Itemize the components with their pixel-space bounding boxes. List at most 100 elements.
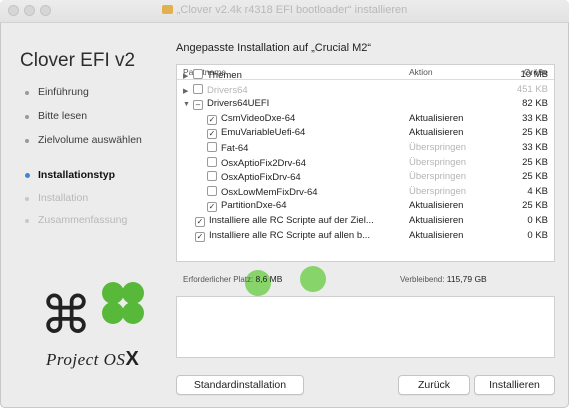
package-label: PartitionDxe-64 (221, 200, 287, 212)
step-label: Einführung (38, 86, 89, 98)
window-title-text: „Clover v2.4k r4318 EFI bootloader“ inst… (176, 4, 408, 16)
table-row[interactable]: ✓ Installiere alle RC Scripte auf allen b… (177, 230, 554, 243)
main-title: Angepasste Installation auf „Crucial M2“ (176, 42, 372, 54)
clover-leaf-decoration (300, 266, 326, 292)
checkbox-icon[interactable] (207, 142, 217, 152)
package-name: OsxLowMemFixDrv-64 (207, 185, 318, 198)
step-bullet-icon (25, 173, 30, 178)
package-label: OsxAptioFixDrv-64 (221, 172, 301, 184)
package-action: Aktualisieren (409, 229, 464, 241)
checkbox-icon[interactable] (193, 69, 203, 79)
package-name: ✓ EmuVariableUefi-64 (207, 127, 306, 140)
logo-text: Project OSX (46, 348, 140, 370)
package-icon (161, 5, 173, 14)
disclosure-triangle-icon[interactable]: ▼ (183, 101, 191, 108)
remaining-space: Verbleibend: 115,79 GB (400, 274, 487, 284)
table-row[interactable]: ✓ Installiere alle RC Scripte auf der Zie… (177, 215, 554, 228)
step-bullet-icon (25, 91, 29, 95)
checkbox-icon[interactable]: ✓ (195, 217, 205, 227)
checkbox-icon[interactable]: – (193, 100, 203, 111)
checkbox-icon[interactable] (207, 156, 217, 167)
disclosure-triangle-icon[interactable]: ▶ (183, 87, 191, 95)
project-osx-logo: ⌘ Project OSX (30, 268, 170, 378)
step-item: Installation (25, 192, 148, 205)
step-label: Installation (38, 192, 89, 204)
package-name: OsxAptioFix2Drv-64 (207, 156, 306, 169)
package-size: 25 KB (522, 156, 548, 168)
package-size: 33 KB (522, 142, 548, 153)
window-title: „Clover v2.4k r4318 EFI bootloader“ inst… (0, 4, 569, 16)
package-name: ✓ Installiere alle RC Scripte auf allen b… (195, 230, 370, 242)
package-size: 0 KB (527, 229, 548, 241)
package-size: 82 KB (522, 98, 548, 110)
package-action: Überspringen (409, 185, 467, 197)
checkbox-icon[interactable]: ✓ (207, 129, 217, 140)
installer-window: „Clover v2.4k r4318 EFI bootloader“ inst… (0, 0, 569, 408)
package-action: Überspringen (409, 156, 467, 168)
step-item: Zusammenfassung (25, 214, 148, 227)
sidebar-title: Clover EFI v2 (20, 50, 136, 71)
package-label: Drivers64UEFI (207, 98, 270, 110)
step-bullet-icon (25, 139, 29, 143)
remaining-space-value: 115,79 GB (446, 274, 487, 284)
package-name: ✓ Installiere alle RC Scripte auf der Zie… (195, 215, 374, 227)
package-name: ✓ CsmVideoDxe-64 (207, 113, 295, 125)
package-label: EmuVariableUefi-64 (221, 127, 306, 139)
back-button[interactable]: Zurück (398, 375, 470, 395)
package-action: Aktualisieren (409, 112, 464, 124)
title-bar: „Clover v2.4k r4318 EFI bootloader“ inst… (0, 0, 569, 23)
step-bullet-icon (25, 197, 29, 201)
checkbox-icon[interactable]: ✓ (195, 231, 205, 242)
install-button[interactable]: Installieren (474, 375, 555, 395)
package-name: OsxAptioFixDrv-64 (207, 171, 301, 183)
checkbox-icon[interactable]: ✓ (207, 114, 217, 125)
package-label: Installiere alle RC Scripte auf allen b.… (209, 229, 371, 241)
table-row[interactable]: ✓ CsmVideoDxe-64 Aktualisieren 33 KB (177, 113, 554, 126)
step-label: Bitte lesen (38, 110, 88, 122)
table-row[interactable]: ▶ Drivers64 451 KB (177, 83, 554, 97)
package-label: Themen (207, 70, 242, 81)
step-label: Zielvolume auswählen (38, 134, 142, 146)
package-label: CsmVideoDxe-64 (221, 112, 296, 124)
package-action: Überspringen (409, 171, 467, 183)
table-row[interactable]: ✓ PartitionDxe-64 Aktualisieren 25 KB (177, 200, 554, 213)
package-label: Fat-64 (221, 143, 249, 154)
standard-install-button[interactable]: Standardinstallation (176, 375, 304, 395)
step-bullet-icon (25, 115, 29, 119)
checkbox-icon[interactable] (207, 185, 217, 196)
table-row[interactable]: OsxAptioFixDrv-64 Überspringen 25 KB (177, 171, 554, 184)
package-size: 451 KB (516, 83, 548, 95)
package-name: ▶ Drivers64 (183, 83, 248, 96)
package-name: ▼ – Drivers64UEFI (183, 98, 270, 111)
table-row[interactable]: ▶ Themen 10 MB (177, 69, 554, 82)
table-row[interactable]: ▼ – Drivers64UEFI 82 KB (177, 98, 554, 111)
package-label: OsxAptioFix2Drv-64 (221, 157, 306, 169)
step-item: Installationstyp (25, 169, 148, 182)
package-size: 10 MB (520, 69, 548, 80)
required-space: Erforderlicher Platz: 8,6 MB (183, 274, 283, 284)
step-item: Zielvolume auswählen (25, 134, 148, 147)
table-row[interactable]: Fat-64 Überspringen 33 KB (177, 142, 554, 155)
step-item: Bitte lesen (25, 110, 148, 123)
checkbox-icon[interactable]: ✓ (207, 202, 217, 213)
package-label: Installiere alle RC Scripte auf der Ziel… (209, 215, 374, 226)
package-label: Drivers64 (207, 84, 248, 96)
package-action: Aktualisieren (409, 127, 464, 139)
package-size: 0 KB (527, 215, 548, 226)
package-table[interactable]: Paketname Aktion Größe ▶ Themen 10 MB ▶ Driv… (176, 64, 555, 262)
package-size: 25 KB (522, 200, 548, 212)
checkbox-icon[interactable] (193, 83, 203, 94)
checkbox-icon[interactable] (207, 171, 217, 182)
package-action: Aktualisieren (409, 200, 464, 212)
package-size: 25 KB (522, 171, 548, 183)
step-item: Einführung (25, 86, 148, 99)
required-space-value: 8,6 MB (255, 274, 283, 284)
package-label: OsxLowMemFixDrv-64 (221, 186, 318, 198)
step-label: Zusammenfassung (38, 214, 128, 226)
table-row[interactable]: OsxAptioFix2Drv-64 Überspringen 25 KB (177, 156, 554, 170)
disclosure-triangle-icon[interactable]: ▶ (183, 72, 191, 80)
table-row[interactable]: OsxLowMemFixDrv-64 Überspringen 4 KB (177, 185, 554, 199)
package-action: Aktualisieren (409, 215, 464, 226)
step-bullet-icon (25, 219, 29, 223)
table-row[interactable]: ✓ EmuVariableUefi-64 Aktualisieren 25 KB (177, 127, 554, 140)
